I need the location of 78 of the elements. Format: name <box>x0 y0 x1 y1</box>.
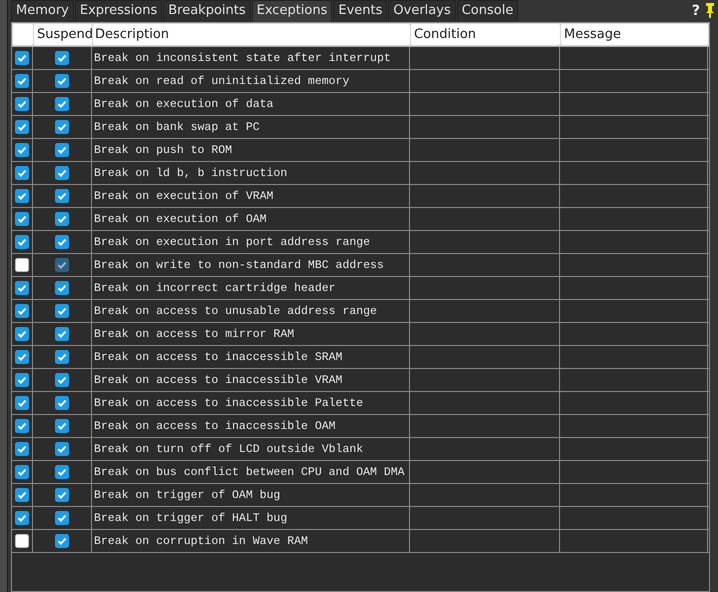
enabled-checkbox[interactable] <box>15 97 29 111</box>
description-text: Break on access to unusable address range <box>94 304 377 318</box>
pin-icon[interactable] <box>706 3 714 19</box>
description-text: Break on trigger of HALT bug <box>94 512 288 524</box>
suspend-checkbox[interactable] <box>55 488 69 502</box>
suspend-checkbox[interactable] <box>55 373 69 387</box>
enabled-checkbox[interactable] <box>15 350 29 364</box>
description-text: Break on access to inaccessible OAM <box>94 420 336 432</box>
suspend-checkbox[interactable] <box>55 235 69 249</box>
enabled-checkbox[interactable] <box>15 212 29 226</box>
description-text: Break on trigger of OAM bug <box>94 488 280 502</box>
description-text: Break on execution of VRAM <box>94 190 274 202</box>
enabled-checkbox[interactable] <box>15 465 29 479</box>
enabled-checkbox[interactable] <box>15 396 29 410</box>
tab[interactable]: Expressions <box>74 0 162 22</box>
enabled-checkbox[interactable] <box>15 235 29 249</box>
tab[interactable]: Breakpoints <box>163 0 251 22</box>
suspend-checkbox[interactable] <box>55 304 69 318</box>
description-text: Break on access to inaccessible VRAM <box>94 374 342 386</box>
suspend-checkbox[interactable] <box>55 143 69 157</box>
suspend-checkbox[interactable] <box>55 534 69 548</box>
suspend-checkbox[interactable] <box>55 97 69 111</box>
tab[interactable]: Exceptions <box>252 0 332 22</box>
suspend-checkbox[interactable] <box>55 327 69 341</box>
description-text: Break on bus conflict between CPU and OAM DMA <box>94 466 405 478</box>
suspend-checkbox[interactable] <box>55 189 69 203</box>
column-header[interactable]: Message <box>561 24 708 45</box>
description-text: Break on access to inaccessible SRAM <box>94 350 342 364</box>
enabled-checkbox[interactable] <box>15 281 29 295</box>
enabled-checkbox[interactable] <box>15 534 29 548</box>
enabled-checkbox[interactable] <box>15 442 29 456</box>
suspend-checkbox[interactable] <box>55 396 69 410</box>
suspend-checkbox[interactable] <box>55 120 69 134</box>
description-text: Break on inconsistent state after interrupt <box>94 52 391 64</box>
enabled-checkbox[interactable] <box>15 120 29 134</box>
tab[interactable]: Events <box>333 0 388 22</box>
enabled-checkbox[interactable] <box>15 166 29 180</box>
description-text: Break on push to ROM <box>94 144 232 156</box>
suspend-checkbox[interactable] <box>55 350 69 364</box>
description-text: Break on corruption in Wave RAM <box>94 534 308 548</box>
suspend-checkbox[interactable] <box>55 166 69 180</box>
column-header[interactable]: Condition <box>411 24 560 45</box>
tab[interactable]: Console <box>456 0 518 22</box>
description-text: Break on execution of data <box>94 98 274 110</box>
suspend-checkbox[interactable] <box>55 465 69 479</box>
suspend-checkbox[interactable] <box>55 442 69 456</box>
description-text: Break on read of uninitialized memory <box>94 74 350 88</box>
suspend-checkbox[interactable] <box>55 212 69 226</box>
suspend-checkbox[interactable] <box>55 51 69 65</box>
description-text: Break on ld b, b instruction <box>94 166 288 180</box>
suspend-checkbox[interactable] <box>55 74 69 88</box>
enabled-checkbox[interactable] <box>15 488 29 502</box>
tab[interactable]: Memory <box>11 0 74 22</box>
enabled-checkbox[interactable] <box>15 327 29 341</box>
help-button[interactable]: ? <box>692 3 700 19</box>
suspend-checkbox[interactable] <box>55 511 69 525</box>
suspend-checkbox[interactable] <box>55 419 69 433</box>
description-text: Break on access to mirror RAM <box>94 328 294 340</box>
description-text: Break on execution of OAM <box>94 212 267 226</box>
description-text: Break on execution in port address range <box>94 236 370 248</box>
suspend-checkbox[interactable] <box>55 281 69 295</box>
description-text: Break on bank swap at PC <box>94 120 260 134</box>
description-text: Break on incorrect cartridge header <box>94 282 336 294</box>
enabled-checkbox[interactable] <box>15 373 29 387</box>
enabled-checkbox[interactable] <box>15 143 29 157</box>
enabled-checkbox[interactable] <box>15 304 29 318</box>
enabled-checkbox[interactable] <box>15 258 29 272</box>
description-text: Break on write to non-standard MBC address <box>94 258 384 272</box>
description-text: Break on access to inaccessible Palette <box>94 396 364 410</box>
enabled-checkbox[interactable] <box>15 189 29 203</box>
column-header[interactable]: Suspend <box>34 24 92 45</box>
tab[interactable]: Overlays <box>388 0 456 22</box>
enabled-checkbox[interactable] <box>15 74 29 88</box>
column-header[interactable]: Description <box>93 24 410 45</box>
description-text: Break on turn off of LCD outside Vblank <box>94 442 364 456</box>
enabled-checkbox[interactable] <box>15 51 29 65</box>
enabled-checkbox[interactable] <box>15 511 29 525</box>
enabled-checkbox[interactable] <box>15 419 29 433</box>
